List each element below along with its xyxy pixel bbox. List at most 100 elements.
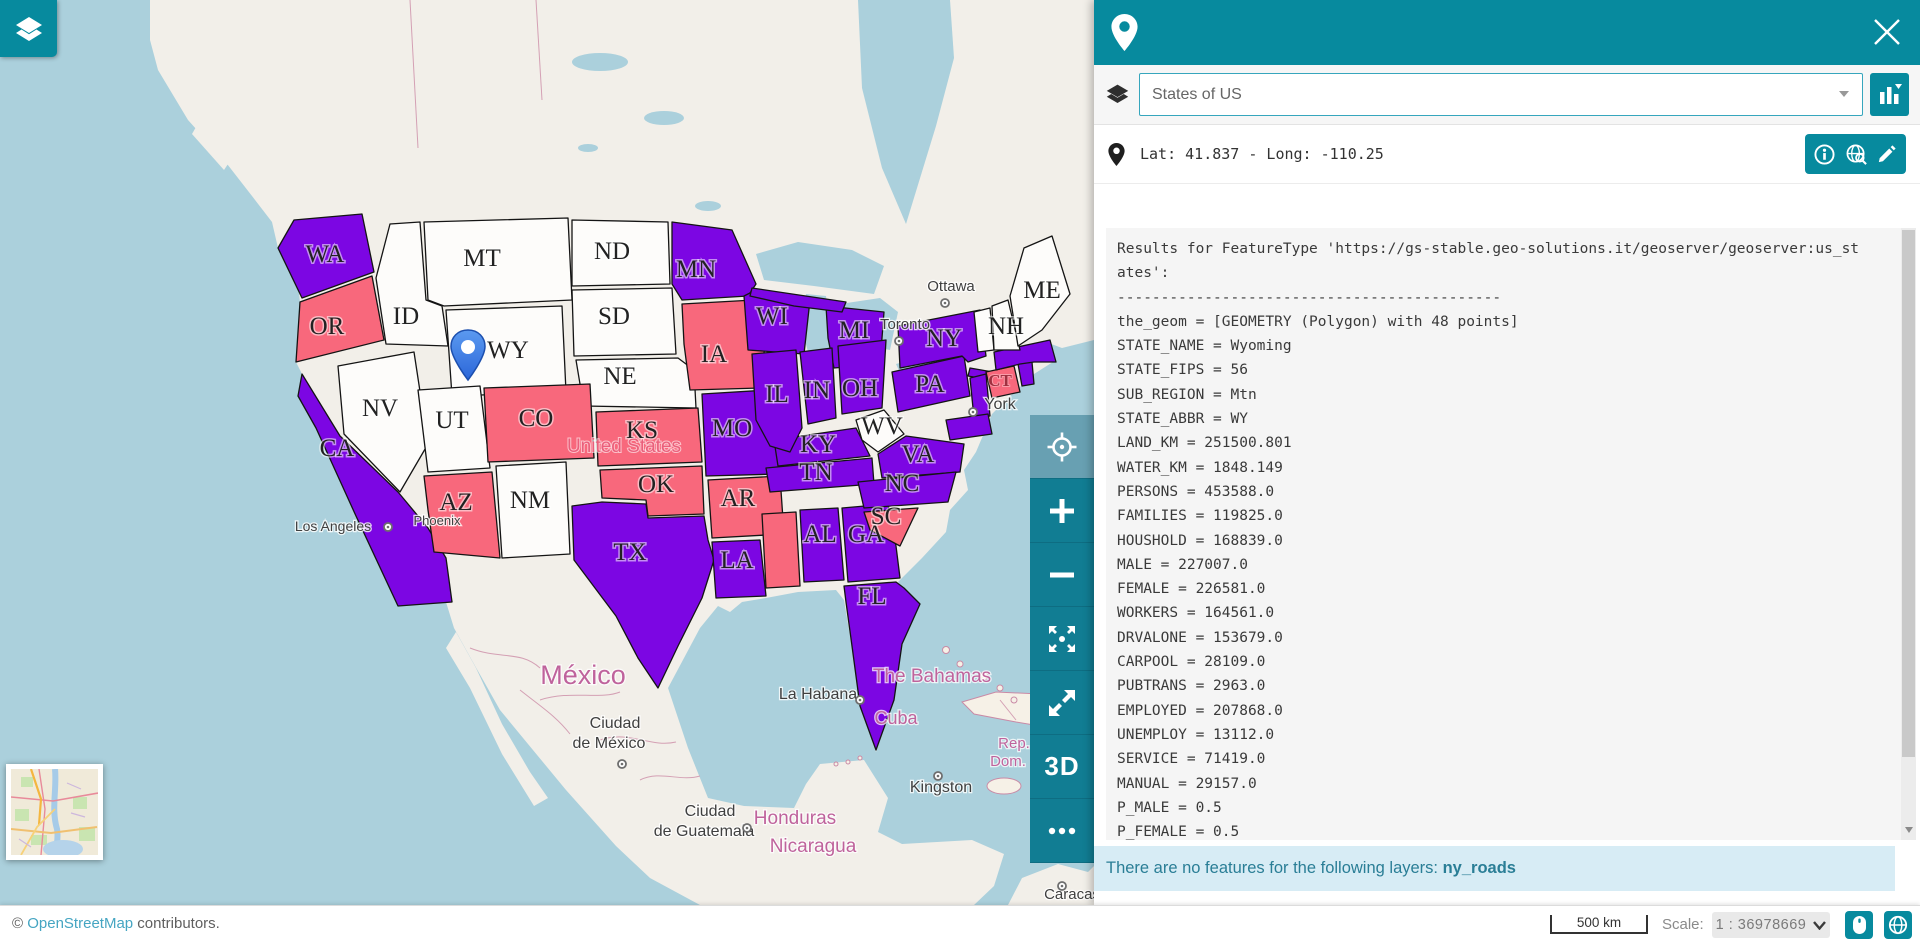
city-marker: [969, 408, 977, 416]
place-label-ottawa: Ottawa: [927, 278, 975, 295]
state-label-tx: TX: [613, 539, 646, 566]
chevron-down-icon: [1839, 91, 1849, 97]
map-viewport[interactable]: WAORIDMTWYNDSDNEMNIAWIMINVUTCOKSMOCAAZNM…: [0, 0, 1094, 905]
place-label-the-bahamas: The Bahamas: [873, 666, 991, 687]
copyright-symbol: ©: [12, 915, 27, 932]
place-label-kingston: Kingston: [910, 779, 972, 796]
state-label-or: OR: [310, 313, 345, 340]
identify-panel: States of US Lat: 41.837 - Long: -110.25: [1094, 0, 1920, 905]
state-label-mi: MI: [839, 317, 870, 344]
mouse-position-button[interactable]: [1845, 911, 1873, 939]
state-label-nm: NM: [510, 487, 550, 514]
state-label-id: ID: [393, 303, 419, 330]
plus-icon: [1048, 497, 1076, 525]
close-identify-button[interactable]: [1870, 15, 1904, 49]
attribution-suffix: contributors.: [133, 915, 220, 932]
layer-select-dropdown[interactable]: States of US: [1139, 73, 1863, 116]
city-marker: [618, 760, 626, 768]
state-label-ok: OK: [638, 471, 674, 498]
mouse-icon: [1852, 915, 1867, 935]
state-label-ca: CA: [320, 435, 355, 462]
results-scrollbar[interactable]: [1901, 228, 1916, 840]
crosshair-icon: [1047, 432, 1077, 462]
globe-search-icon: [1845, 143, 1868, 166]
info-format-button[interactable]: [1814, 144, 1835, 165]
zoom-in-button[interactable]: [1030, 479, 1094, 543]
scrollbar-thumb[interactable]: [1902, 230, 1915, 757]
crs-selector-button[interactable]: [1884, 911, 1912, 939]
open-chart-button[interactable]: [1870, 73, 1909, 116]
feature-info-text: Results for FeatureType 'https://gs-stab…: [1106, 228, 1916, 878]
city-marker: [941, 299, 949, 307]
globe-icon: [1888, 915, 1908, 935]
place-label-la-habana: La Habana: [779, 686, 857, 703]
info-icon: [1814, 144, 1835, 165]
identify-results-box[interactable]: Results for FeatureType 'https://gs-stab…: [1106, 228, 1916, 840]
city-marker: [1058, 882, 1066, 890]
state-label-nv: NV: [362, 395, 398, 422]
base-map[interactable]: WAORIDMTWYNDSDNEMNIAWIMINVUTCOKSMOCAAZNM…: [0, 0, 1094, 905]
place-label-honduras: Honduras: [754, 808, 836, 829]
place-label-caracas: Caracas: [1044, 886, 1094, 903]
edit-coordinates-button[interactable]: [1877, 144, 1897, 164]
scale-label: Scale:: [1662, 916, 1704, 933]
minimap-image: [11, 769, 98, 855]
zoom-to-extent-button[interactable]: [1030, 607, 1094, 671]
city-marker: [743, 824, 751, 832]
state-label-la: LA: [720, 547, 753, 574]
more-tools-button[interactable]: [1030, 799, 1094, 863]
place-label-los-angeles: Los Angeles: [295, 518, 371, 534]
state-label-wv: WV: [861, 413, 903, 440]
identify-tools-group: [1805, 134, 1906, 174]
3d-label: 3D: [1044, 751, 1079, 782]
attribution: © OpenStreetMap contributors.: [12, 915, 220, 932]
pencil-icon: [1877, 144, 1897, 164]
osm-link[interactable]: OpenStreetMap: [27, 915, 133, 932]
place-label-phoenix: Phoenix: [414, 513, 461, 528]
layers-menu-button[interactable]: [0, 0, 57, 57]
scale-select-dropdown[interactable]: 1 : 36978669: [1712, 912, 1830, 938]
state-label-ne: NE: [603, 363, 636, 390]
state-label-sc: SC: [871, 503, 902, 530]
state-label-ky: KY: [800, 431, 836, 458]
alert-layer-name: ny_roads: [1443, 859, 1516, 877]
map-marker-icon: [1111, 14, 1138, 51]
resize-diagonal-icon: [1047, 688, 1077, 718]
fullscreen-button[interactable]: [1030, 671, 1094, 735]
state-label-pa: PA: [915, 371, 945, 398]
state-label-mt: MT: [463, 245, 501, 272]
zoom-out-button[interactable]: [1030, 543, 1094, 607]
state-label-ia: IA: [701, 341, 727, 368]
expand-arrows-icon: [1047, 624, 1077, 654]
scroll-down-button[interactable]: [1901, 820, 1916, 840]
ellipsis-icon: [1047, 826, 1077, 836]
state-label-nh: NH: [988, 313, 1024, 340]
geolocate-button[interactable]: [1030, 415, 1094, 479]
state-label-ut: UT: [435, 407, 468, 434]
place-label-mexico: México: [540, 660, 626, 690]
place-label-york: York: [984, 396, 1016, 413]
coordinates-search-button[interactable]: [1845, 143, 1868, 166]
city-marker: [934, 772, 942, 780]
city-marker: [384, 523, 392, 531]
state-label-wi: WI: [756, 303, 788, 330]
mapstore-app: WAORIDMTWYNDSDNEMNIAWIMINVUTCOKSMOCAAZNM…: [0, 0, 1920, 942]
state-label-tn: TN: [799, 459, 832, 486]
state-ms[interactable]: [762, 512, 800, 588]
state-label-wy: WY: [487, 337, 529, 364]
state-label-il: IL: [765, 381, 789, 408]
state-label-nd: ND: [594, 238, 630, 265]
map-scalebar: 500 km: [1550, 915, 1648, 934]
state-label-az: AZ: [439, 489, 472, 516]
state-label-ny: NY: [926, 325, 962, 352]
scale-value: 1 : 36978669: [1716, 917, 1807, 933]
alert-message: There are no features for the following …: [1106, 859, 1443, 877]
lat-long-readout: Lat: 41.837 - Long: -110.25: [1140, 145, 1384, 163]
place-label-toronto: Toronto: [880, 316, 930, 333]
selected-layer-value: States of US: [1152, 86, 1242, 104]
state-label-wa: WA: [306, 241, 345, 268]
state-label-sd: SD: [598, 303, 630, 330]
3d-view-button[interactable]: 3D: [1030, 735, 1094, 799]
overview-minimap[interactable]: [6, 764, 103, 860]
layer-selector-row: States of US: [1094, 65, 1920, 125]
